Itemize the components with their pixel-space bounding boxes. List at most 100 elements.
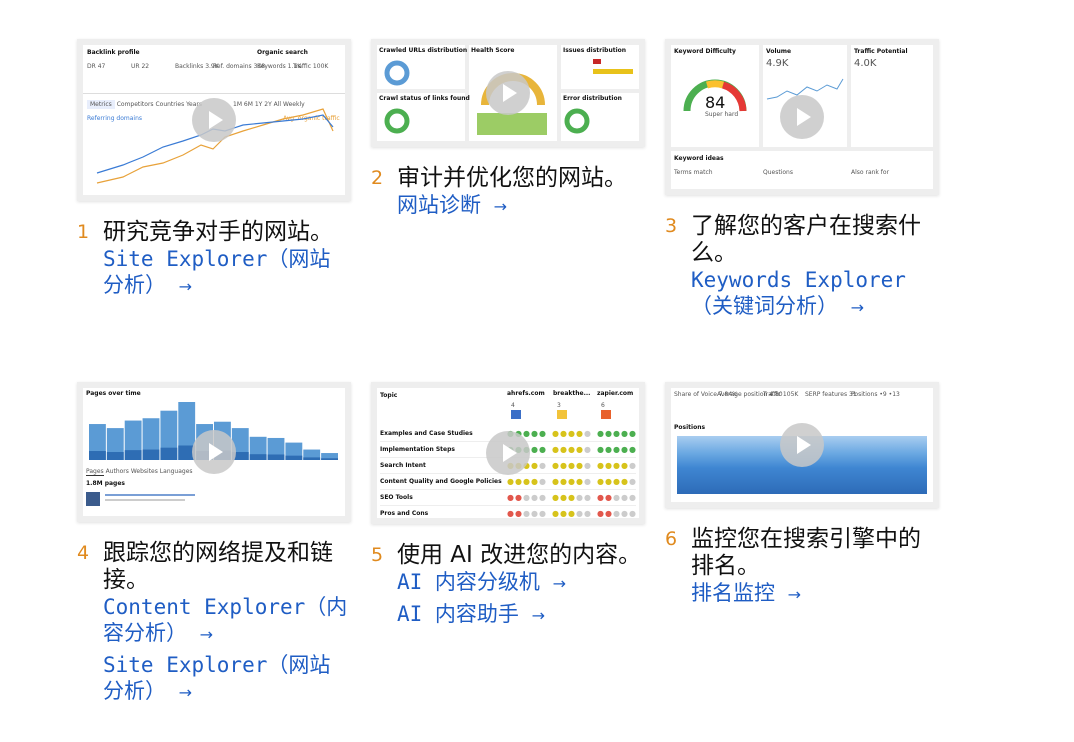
link-label: Content Explorer（内容分析）: [103, 595, 348, 645]
video-thumbnail[interactable]: Pages over time Pages Authors Websites L…: [77, 382, 351, 522]
ai-content-grader-link[interactable]: AI 内容分级机 →: [397, 569, 645, 597]
metric: Traffic 105K: [763, 391, 799, 398]
score-dots: ●●●●●: [597, 509, 637, 518]
score-dots: ●●●●●: [552, 493, 592, 502]
video-thumbnail[interactable]: Topic ahrefs.com breakthe... zapier.com …: [371, 382, 645, 524]
bar-segment: [267, 454, 285, 460]
bar-segment: [285, 455, 303, 460]
score-dots: ●●●●●: [507, 477, 547, 486]
score-dots: ●●●●●: [597, 477, 637, 486]
site-name: ahrefs.com: [507, 390, 545, 397]
site-num: 4: [511, 402, 515, 409]
step-number: 2: [371, 167, 384, 189]
bar-segment: [89, 451, 106, 460]
link-label: 网站诊断: [397, 193, 481, 217]
card-keywords-explorer: Keyword Difficulty Volume 4.9K Traffic P…: [665, 39, 939, 321]
ideas-title: Keyword ideas: [674, 155, 724, 162]
link-label: Site Explorer（网站分析）: [103, 247, 331, 297]
arrow-right-icon: →: [178, 277, 193, 296]
step-number: 1: [77, 221, 90, 243]
score-dots: ●●●●●: [552, 445, 592, 454]
site-explorer-link[interactable]: Site Explorer（网站分析） →: [103, 246, 351, 300]
card-rank-tracker: Share of Voice 7.84% Average position 4.…: [665, 382, 939, 608]
card-ai-content: Topic ahrefs.com breakthe... zapier.com …: [371, 382, 645, 629]
play-button[interactable]: [780, 95, 824, 139]
rank-tracker-link[interactable]: 排名监控 →: [691, 580, 939, 608]
site-num: 6: [601, 402, 605, 409]
link-label: AI 内容分级机: [397, 570, 540, 594]
bar-segment: [160, 447, 178, 460]
score-dots: ●●●●●: [552, 461, 592, 470]
card-title: 了解您的客户在搜索什么。: [691, 213, 921, 266]
card-title: 使用 AI 改进您的内容。: [397, 542, 642, 568]
score-dots: ●●●●●: [597, 493, 637, 502]
step-number: 3: [665, 215, 678, 237]
metric: Positions •9 •13: [851, 391, 900, 398]
play-button[interactable]: [192, 430, 236, 474]
play-button[interactable]: [486, 431, 530, 475]
arrow-right-icon: →: [531, 606, 545, 625]
step-number: 6: [665, 528, 678, 550]
page-count: 1.8M pages: [86, 480, 125, 487]
play-button[interactable]: [780, 423, 824, 467]
site-num: 3: [557, 402, 561, 409]
section-title: Positions: [674, 424, 706, 431]
card-content-explorer: Pages over time Pages Authors Websites L…: [77, 382, 351, 706]
tab[interactable]: Websites: [131, 468, 158, 475]
score-dots: ●●●●●: [552, 477, 592, 486]
link-label: Keywords Explorer（关键词分析）: [691, 268, 906, 318]
arrow-right-icon: →: [787, 585, 802, 604]
topic-label: Content Quality and Google Policies: [380, 478, 502, 485]
metric: SERP features 31: [805, 391, 857, 398]
topic-header: Topic: [380, 392, 398, 399]
score-dots: ●●●●●: [552, 509, 592, 518]
play-button[interactable]: [486, 71, 530, 115]
step-number: 5: [371, 544, 384, 566]
play-button[interactable]: [192, 98, 236, 142]
score-dots: ●●●●●: [597, 445, 637, 454]
card-site-explorer: Backlink profile Organic search DR 47 UR…: [77, 39, 351, 300]
bar-segment: [249, 454, 267, 460]
volume-label: Volume: [766, 48, 792, 55]
link-label: AI 内容助手: [397, 602, 519, 626]
card-title: 监控您在搜索引擎中的排名。: [691, 526, 921, 579]
col-header: Also rank for: [851, 169, 890, 176]
ai-content-helper-link[interactable]: AI 内容助手 →: [397, 601, 645, 629]
tab[interactable]: Languages: [160, 468, 193, 475]
video-thumbnail[interactable]: Backlink profile Organic search DR 47 UR…: [77, 39, 351, 201]
site-name: zapier.com: [597, 390, 634, 397]
topic-label: Search Intent: [380, 462, 426, 469]
site-explorer-link[interactable]: Site Explorer（网站分析） →: [103, 652, 351, 706]
bar-segment: [106, 452, 124, 460]
card-title: 审计并优化您的网站。: [397, 165, 627, 191]
arrow-right-icon: →: [178, 683, 193, 702]
topic-label: Implementation Steps: [380, 446, 455, 453]
keywords-explorer-link[interactable]: Keywords Explorer（关键词分析） →: [691, 267, 939, 321]
col-header: Terms match: [674, 169, 713, 176]
site-audit-link[interactable]: 网站诊断 →: [397, 192, 645, 220]
arrow-right-icon: →: [552, 574, 566, 593]
arrow-right-icon: →: [850, 298, 865, 317]
video-thumbnail[interactable]: Keyword Difficulty Volume 4.9K Traffic P…: [665, 39, 939, 195]
kd-text: Super hard: [705, 111, 739, 118]
tab[interactable]: Authors: [106, 468, 129, 475]
score-dots: ●●●●●: [597, 429, 637, 438]
card-title: 跟踪您的网络提及和链接。: [103, 540, 333, 593]
tp-label: Traffic Potential: [854, 48, 908, 55]
content-explorer-link[interactable]: Content Explorer（内容分析） →: [103, 594, 351, 648]
score-dots: ●●●●●: [507, 493, 547, 502]
score-dots: ●●●●●: [507, 509, 547, 518]
score-dots: ●●●●●: [552, 429, 592, 438]
topic-label: SEO Tools: [380, 494, 413, 501]
video-thumbnail[interactable]: Crawled URLs distribution Health Score I…: [371, 39, 645, 147]
tab[interactable]: Pages: [86, 468, 104, 476]
col-header: Questions: [763, 169, 793, 176]
bar-segment: [321, 458, 338, 460]
volume-value: 4.9K: [766, 58, 789, 69]
topic-label: Pros and Cons: [380, 510, 429, 517]
arrow-right-icon: →: [493, 197, 508, 216]
tp-value: 4.0K: [854, 58, 877, 69]
video-thumbnail[interactable]: Share of Voice 7.84% Average position 4.…: [665, 382, 939, 508]
arrow-right-icon: →: [199, 625, 214, 644]
card-title: 研究竞争对手的网站。: [103, 219, 333, 245]
